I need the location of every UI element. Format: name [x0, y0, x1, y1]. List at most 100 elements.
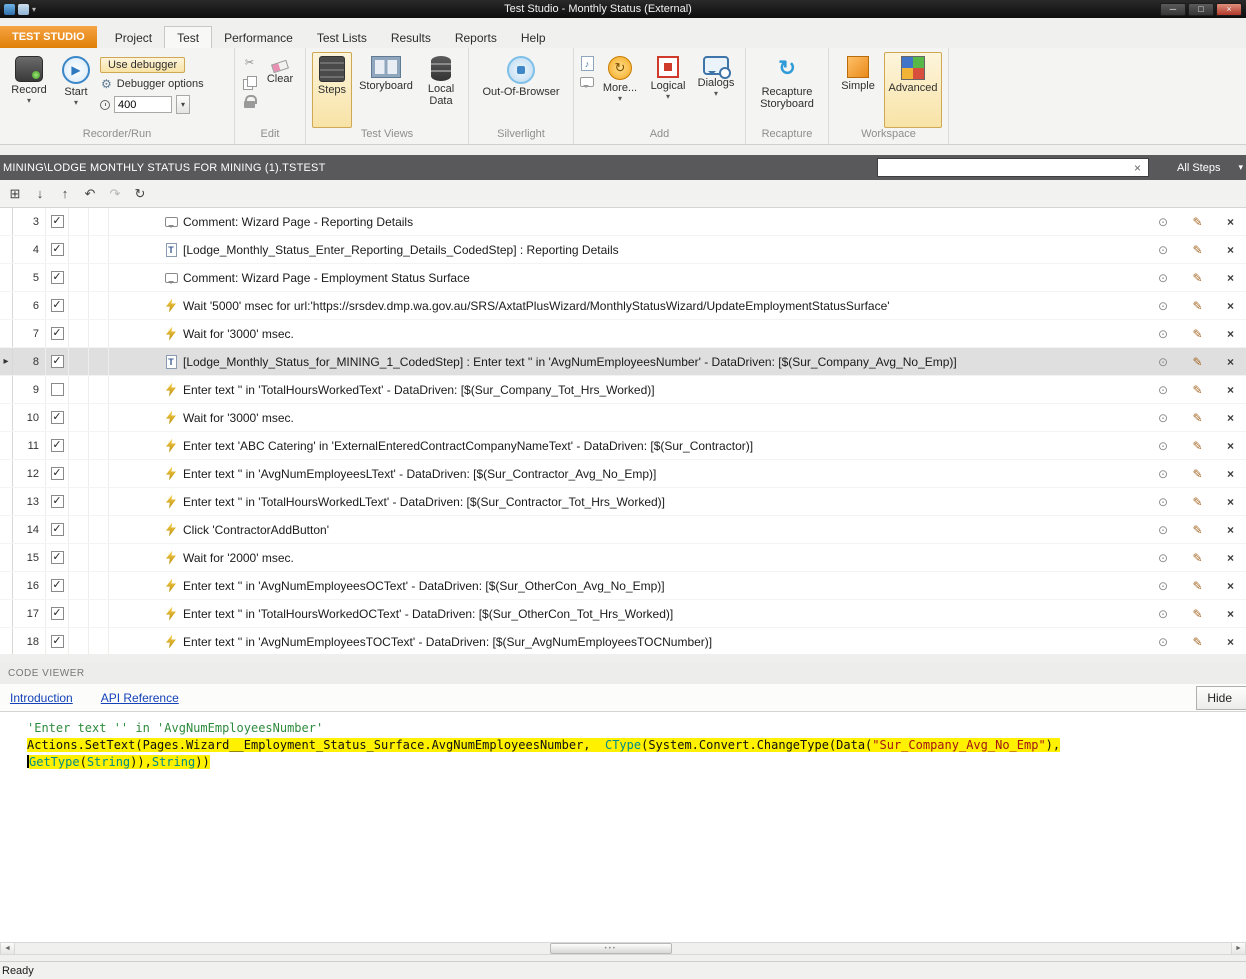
close-button[interactable]: × [1216, 2, 1242, 16]
move-up-icon[interactable]: ↑ [54, 183, 76, 205]
test-step-row-6[interactable]: 6 ✓ Wait '5000' msec for url:'https://sr… [0, 292, 1246, 320]
step-delete-icon[interactable]: × [1227, 439, 1234, 453]
step-pause-icon[interactable]: ⊙ [1158, 411, 1168, 425]
menu-tab-test[interactable]: Test [164, 26, 213, 48]
storyboard-view-button[interactable]: Storyboard [355, 52, 417, 128]
step-enabled-checkbox[interactable]: ✓ [50, 243, 64, 256]
local-data-view-button[interactable]: Local Data [420, 52, 462, 128]
step-edit-icon[interactable]: ✎ [1192, 383, 1202, 397]
step-pause-icon[interactable]: ⊙ [1158, 243, 1168, 257]
step-enabled-checkbox[interactable]: ✓ [50, 523, 64, 536]
step-delete-icon[interactable]: × [1227, 523, 1234, 537]
step-pause-icon[interactable]: ⊙ [1158, 271, 1168, 285]
step-edit-icon[interactable]: ✎ [1192, 523, 1202, 537]
step-edit-icon[interactable]: ✎ [1192, 299, 1202, 313]
recapture-storyboard-button[interactable]: ↻ Recapture Storyboard [752, 52, 822, 128]
step-delete-icon[interactable]: × [1227, 635, 1234, 649]
undo-icon[interactable]: ↶ [79, 183, 101, 205]
debugger-options-button[interactable]: ⚙ Debugger options [100, 77, 228, 91]
test-step-row-10[interactable]: 10 ✓ Wait for '3000' msec. ⊙ ✎ × [0, 404, 1246, 432]
cut-icon[interactable]: ✂ [241, 56, 258, 71]
lock-icon[interactable] [241, 94, 258, 109]
step-enabled-checkbox[interactable]: ✓ [50, 215, 64, 228]
step-pause-icon[interactable]: ⊙ [1158, 439, 1168, 453]
step-pause-icon[interactable]: ⊙ [1158, 607, 1168, 621]
introduction-link[interactable]: Introduction [10, 691, 73, 705]
step-delete-icon[interactable]: × [1227, 495, 1234, 509]
test-step-row-12[interactable]: 12 ✓ Enter text '' in 'AvgNumEmployeesLT… [0, 460, 1246, 488]
move-down-icon[interactable]: ↓ [29, 183, 51, 205]
step-delete-icon[interactable]: × [1227, 579, 1234, 593]
scroll-right-icon[interactable]: ► [1231, 943, 1245, 954]
hide-button[interactable]: Hide [1196, 685, 1246, 710]
step-enabled-checkbox[interactable]: ✓ [50, 355, 64, 368]
api-reference-link[interactable]: API Reference [101, 691, 179, 705]
step-delete-icon[interactable]: × [1227, 383, 1234, 397]
step-delete-icon[interactable]: × [1227, 215, 1234, 229]
step-delete-icon[interactable]: × [1227, 299, 1234, 313]
step-edit-icon[interactable]: ✎ [1192, 551, 1202, 565]
menu-tab-reports[interactable]: Reports [443, 28, 509, 48]
app-icon[interactable] [4, 3, 15, 15]
out-of-browser-button[interactable]: Out-Of-Browser [475, 52, 567, 128]
step-delete-icon[interactable]: × [1227, 607, 1234, 621]
step-delete-icon[interactable]: × [1227, 327, 1234, 341]
steps-filter-dropdown[interactable]: All Steps [1177, 162, 1220, 174]
step-edit-icon[interactable]: ✎ [1192, 495, 1202, 509]
document-icon[interactable] [18, 3, 29, 15]
test-step-row-8[interactable]: ▸ 8 ✓ [Lodge_Monthly_Status_for_MINING_1… [0, 348, 1246, 376]
step-edit-icon[interactable]: ✎ [1192, 635, 1202, 649]
scrollbar-thumb[interactable]: ••• [550, 943, 672, 954]
step-enabled-checkbox[interactable]: ✓ [50, 299, 64, 312]
test-step-row-7[interactable]: 7 ✓ Wait for '3000' msec. ⊙ ✎ × [0, 320, 1246, 348]
step-edit-icon[interactable]: ✎ [1192, 607, 1202, 621]
step-delete-icon[interactable]: × [1227, 243, 1234, 257]
test-step-row-11[interactable]: 11 ✓ Enter text 'ABC Catering' in 'Exter… [0, 432, 1246, 460]
scroll-left-icon[interactable]: ◄ [1, 943, 15, 954]
step-pause-icon[interactable]: ⊙ [1158, 383, 1168, 397]
redo-icon[interactable]: ↷ [104, 183, 126, 205]
step-enabled-checkbox[interactable]: ✓ [50, 271, 64, 284]
step-enabled-checkbox[interactable]: ✓ [50, 327, 64, 340]
maximize-button[interactable]: □ [1188, 2, 1214, 16]
menu-tab-test-lists[interactable]: Test Lists [305, 28, 379, 48]
step-enabled-checkbox[interactable]: ✓ [50, 579, 64, 592]
step-edit-icon[interactable]: ✎ [1192, 467, 1202, 481]
logical-step-button[interactable]: Logical ▾ [646, 52, 690, 128]
menu-tab-performance[interactable]: Performance [212, 28, 305, 48]
step-delete-icon[interactable]: × [1227, 551, 1234, 565]
dialogs-button[interactable]: Dialogs ▾ [693, 52, 739, 128]
copy-icon[interactable] [241, 75, 258, 90]
step-edit-icon[interactable]: ✎ [1192, 411, 1202, 425]
delay-dropdown-button[interactable]: ▾ [176, 95, 190, 114]
step-delete-icon[interactable]: × [1227, 411, 1234, 425]
step-enabled-checkbox[interactable]: ✓ [50, 607, 64, 620]
step-delete-icon[interactable]: × [1227, 467, 1234, 481]
step-pause-icon[interactable]: ⊙ [1158, 523, 1168, 537]
advanced-workspace-button[interactable]: Advanced [884, 52, 942, 128]
step-delete-icon[interactable]: × [1227, 355, 1234, 369]
filter-chevron-icon[interactable]: ▾ [1238, 162, 1243, 173]
step-enabled-checkbox[interactable]: ✓ [50, 635, 64, 648]
test-step-row-9[interactable]: 9 Enter text '' in 'TotalHoursWorkedText… [0, 376, 1246, 404]
comment-bubble-icon[interactable] [580, 77, 594, 88]
step-pause-icon[interactable]: ⊙ [1158, 635, 1168, 649]
step-edit-icon[interactable]: ✎ [1192, 215, 1202, 229]
scrollbar-track[interactable]: ••• [15, 943, 1231, 954]
step-enabled-checkbox[interactable]: ✓ [50, 439, 64, 452]
start-button[interactable]: ▶ Start ▾ [55, 52, 97, 128]
steps-view-button[interactable]: Steps [312, 52, 352, 128]
menu-tab-project[interactable]: Project [103, 28, 164, 48]
script-note-icon[interactable]: ♪ [580, 56, 594, 71]
horizontal-scrollbar[interactable]: ◄ ••• ► [0, 942, 1246, 955]
step-edit-icon[interactable]: ✎ [1192, 243, 1202, 257]
step-edit-icon[interactable]: ✎ [1192, 327, 1202, 341]
step-enabled-checkbox[interactable]: ✓ [50, 495, 64, 508]
refresh-add-icon[interactable]: ↻ [129, 183, 151, 205]
use-debugger-toggle[interactable]: Use debugger [100, 57, 186, 73]
clear-button[interactable]: Clear [261, 52, 299, 128]
step-pause-icon[interactable]: ⊙ [1158, 215, 1168, 229]
step-enabled-checkbox[interactable]: ✓ [50, 467, 64, 480]
record-button[interactable]: Record ▾ [6, 52, 52, 128]
test-step-row-13[interactable]: 13 ✓ Enter text '' in 'TotalHoursWorkedL… [0, 488, 1246, 516]
